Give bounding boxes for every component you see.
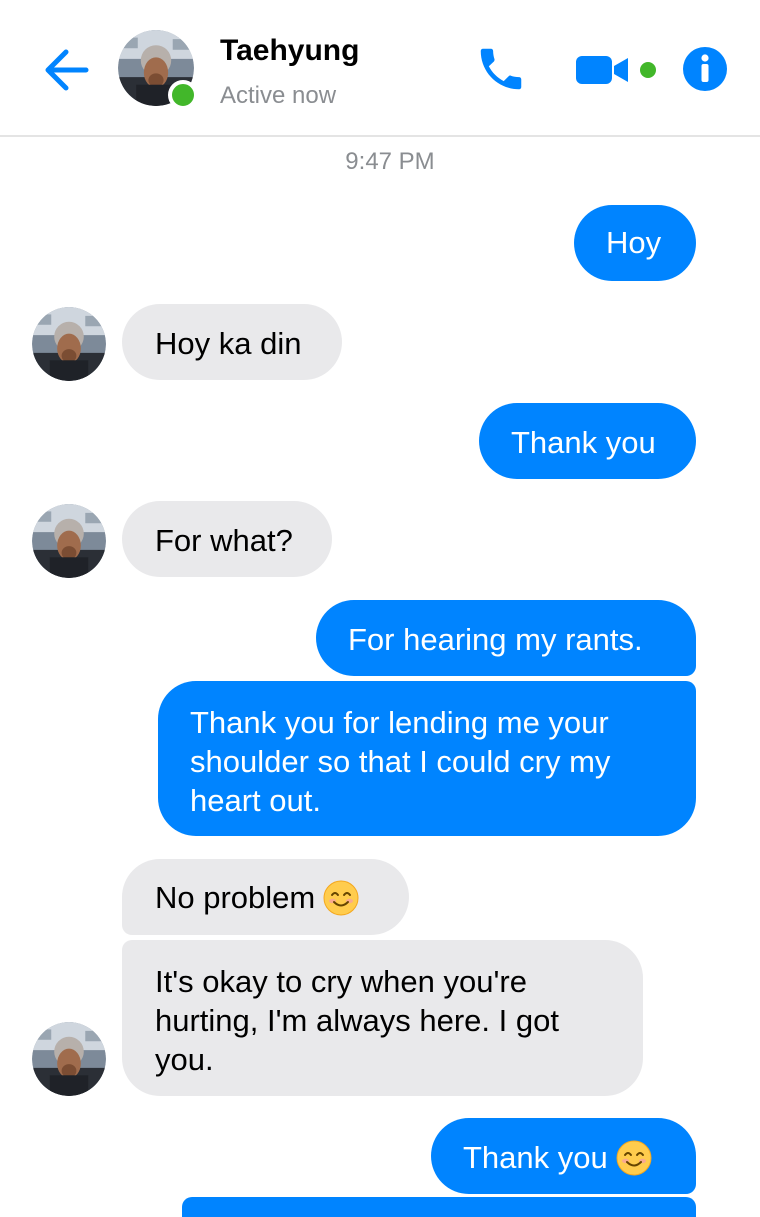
contact-avatar-small[interactable] [32,504,106,578]
message-text: Hoy [606,225,662,260]
info-button[interactable] [682,46,728,92]
message-bubble-outgoing[interactable]: For hearing my rants. [316,600,696,676]
message-text: Hoy ka din [155,326,302,361]
message-bubble-outgoing[interactable]: Thank you for lending me your shoulder s… [158,681,696,836]
message-bubble-outgoing[interactable]: Hoy [574,205,696,281]
video-camera-icon [576,56,656,84]
smiling-face-emoji [323,880,359,916]
active-status: Active now [220,82,337,109]
call-button[interactable] [474,42,528,96]
message-text: Thank you for lending me your shoulder s… [190,705,611,818]
message-bubble-outgoing[interactable]: Thank you [479,403,696,479]
info-icon [683,47,727,91]
avatar-photo [32,307,106,381]
contact-avatar-small[interactable] [32,307,106,381]
message-text: Thank you [511,425,656,460]
message-bubble-outgoing[interactable]: Thank you [431,1118,696,1194]
message-bubble-outgoing-partial[interactable] [182,1197,696,1217]
smiling-face-emoji [616,1140,652,1176]
message-bubble-incoming[interactable]: No problem [122,859,409,935]
message-bubble-incoming[interactable]: Hoy ka din [122,304,342,380]
phone-icon [480,48,522,90]
arrow-left-icon [45,49,89,91]
message-text: Thank you [463,1140,608,1175]
avatar-photo [32,504,106,578]
message-text: It's okay to cry when you're hurting, I'… [155,964,559,1077]
contact-avatar-small[interactable] [32,1022,106,1096]
message-bubble-incoming[interactable]: For what? [122,501,332,577]
message-text: No problem [155,880,316,915]
conversation-header: Taehyung Active now [0,0,760,137]
video-call-button[interactable] [574,52,658,88]
back-button[interactable] [40,46,90,94]
timestamp: 9:47 PM [345,148,435,175]
message-bubble-incoming[interactable]: It's okay to cry when you're hurting, I'… [122,940,643,1096]
contact-avatar[interactable] [118,30,198,110]
avatar-photo [32,1022,106,1096]
contact-name: Taehyung [220,34,360,67]
online-indicator [168,80,198,110]
message-text: For hearing my rants. [348,622,643,657]
message-text: For what? [155,523,293,558]
